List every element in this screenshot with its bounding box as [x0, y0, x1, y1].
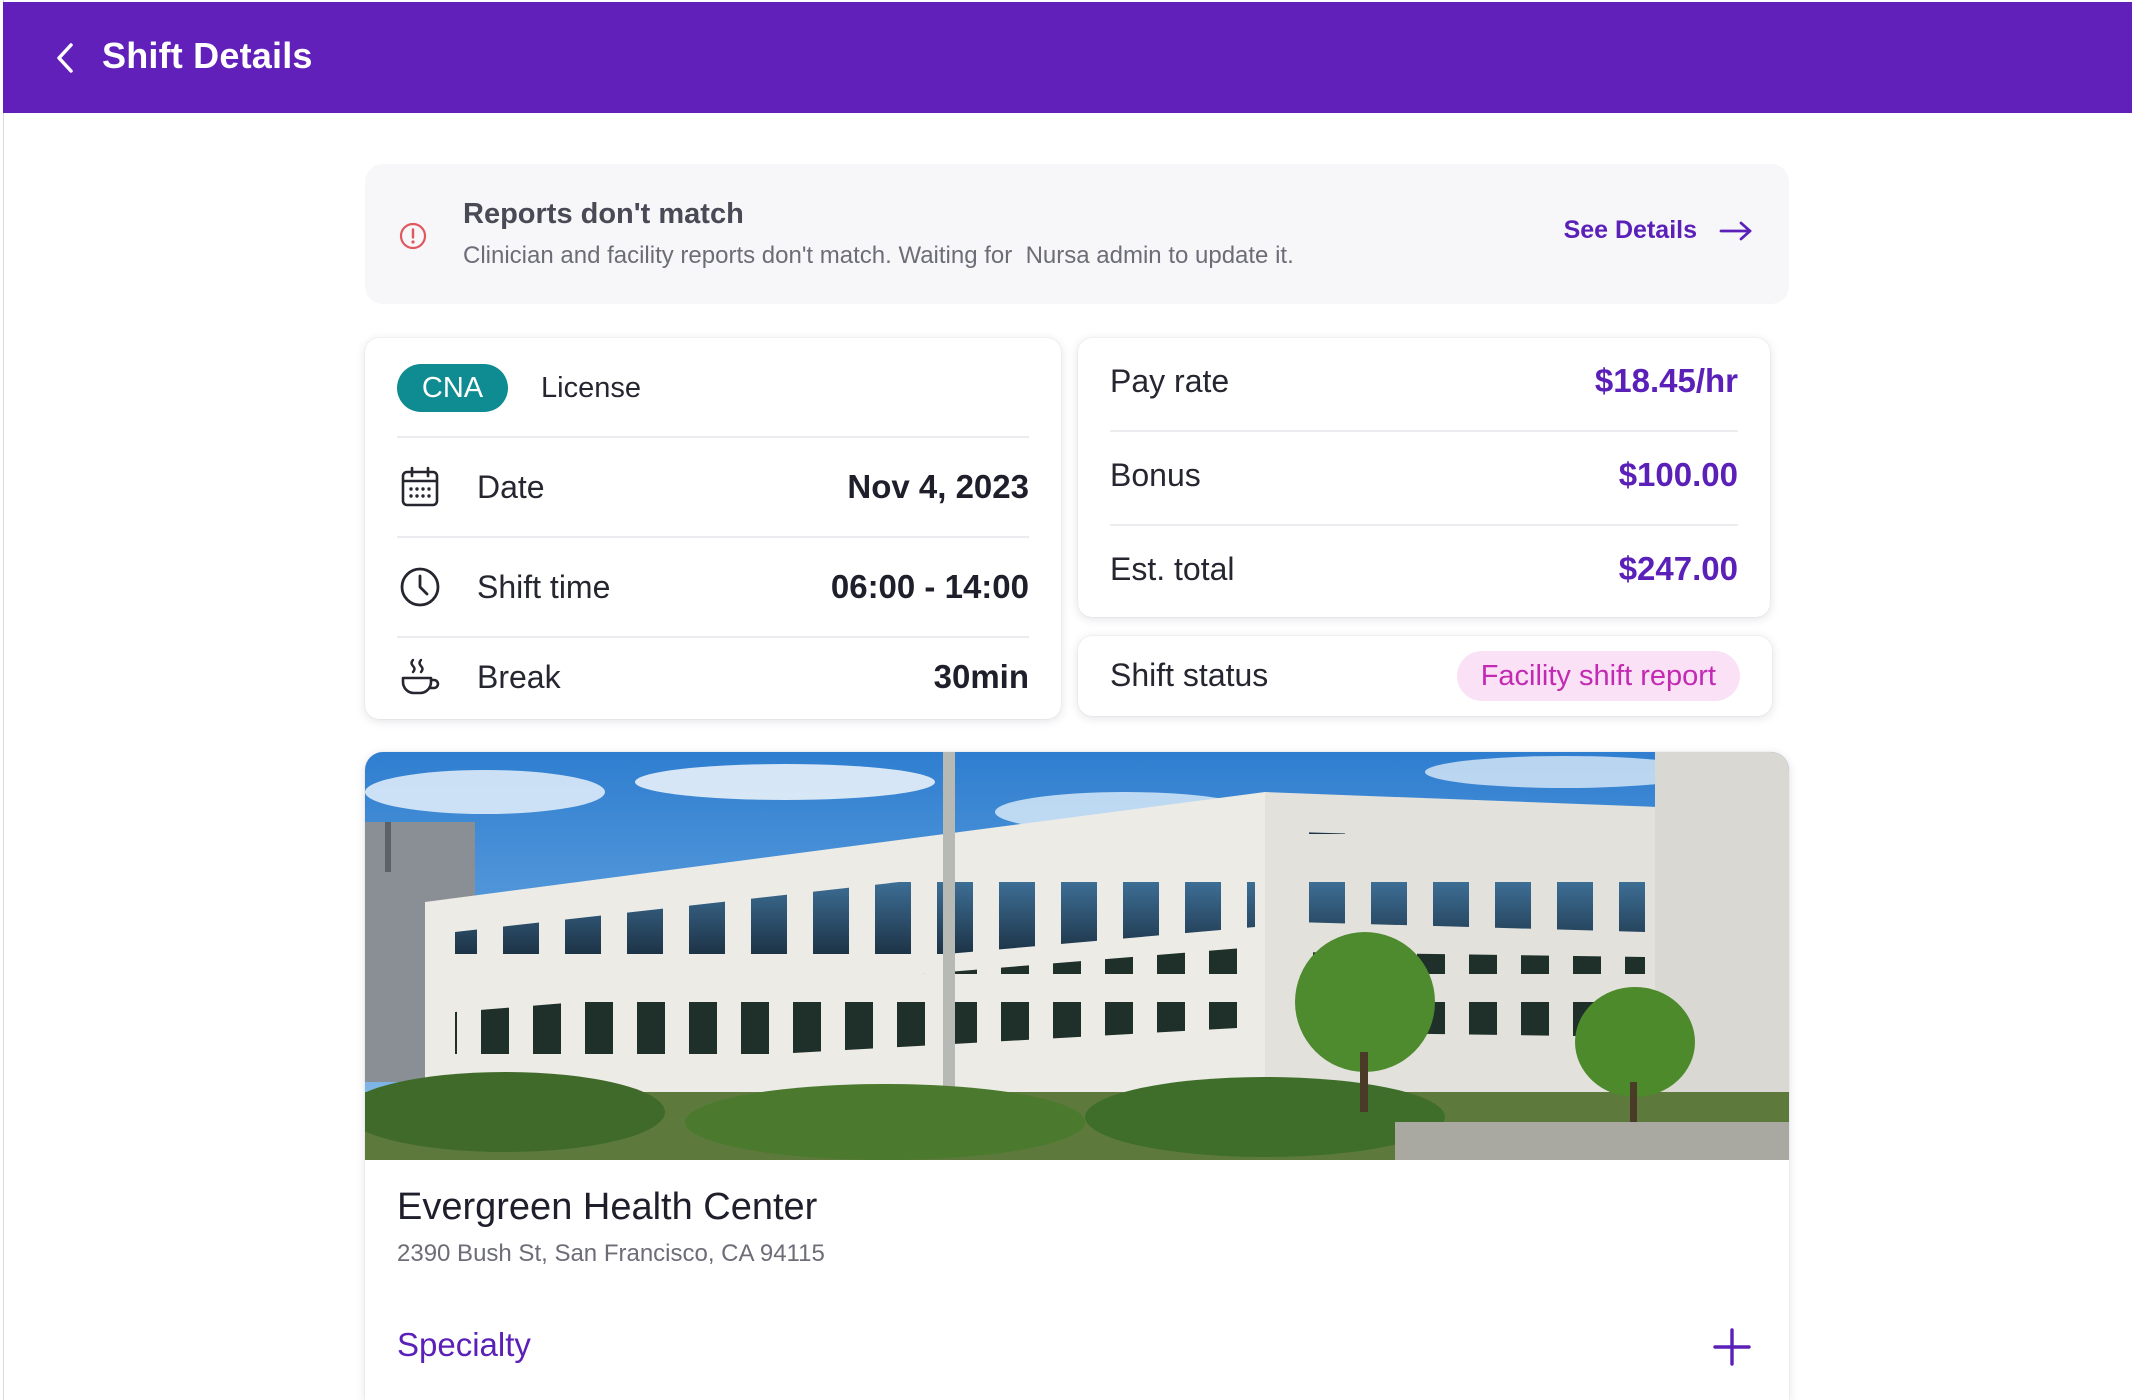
break-value: 30min	[933, 658, 1029, 695]
break-row: Break 30min	[397, 654, 1029, 700]
shift-status-label: Shift status	[1110, 657, 1269, 693]
coffee-cup-icon	[397, 654, 443, 700]
arrow-right-icon	[1719, 221, 1752, 240]
plus-icon[interactable]	[1709, 1324, 1755, 1370]
back-button[interactable]	[43, 32, 87, 84]
license-label: License	[541, 371, 641, 404]
see-details-label: See Details	[1563, 216, 1697, 244]
reports-mismatch-alert: Reports don't match Clinician and facili…	[365, 164, 1789, 304]
facility-name: Evergreen Health Center	[397, 1186, 818, 1228]
alert-message: Clinician and facility reports don't mat…	[463, 242, 1294, 269]
est-total-label: Est. total	[1110, 550, 1235, 587]
alert-title: Reports don't match	[463, 198, 744, 230]
bonus-row: Bonus $100.00	[1110, 456, 1738, 494]
date-value: Nov 4, 2023	[847, 468, 1029, 505]
shift-time-value: 06:00 - 14:00	[830, 568, 1029, 605]
bonus-value: $100.00	[1618, 456, 1738, 493]
chevron-left-icon	[57, 43, 73, 73]
facility-building-photo	[365, 752, 1789, 1160]
license-badge: CNA	[397, 364, 508, 412]
divider	[397, 536, 1029, 538]
top-app-bar: Shift Details	[3, 2, 2132, 113]
est-total-row: Est. total $247.00	[1110, 550, 1738, 588]
date-row: Date Nov 4, 2023	[397, 464, 1029, 510]
facility-card: Evergreen Health Center 2390 Bush St, Sa…	[365, 752, 1789, 1400]
shift-time-row: Shift time 06:00 - 14:00	[397, 564, 1029, 610]
shift-status-card: Shift status Facility shift report	[1078, 636, 1772, 716]
divider	[1110, 524, 1738, 526]
bonus-label: Bonus	[1110, 456, 1201, 493]
license-row: CNA License	[397, 364, 641, 412]
specialty-toggle[interactable]: Specialty	[397, 1326, 531, 1364]
status-badge: Facility shift report	[1456, 651, 1740, 701]
calendar-icon	[397, 464, 443, 510]
pay-card: Pay rate $18.45/hr Bonus $100.00 Est. to…	[1078, 338, 1770, 617]
est-total-value: $247.00	[1618, 550, 1738, 587]
pay-rate-row: Pay rate $18.45/hr	[1110, 362, 1738, 400]
divider	[1110, 430, 1738, 432]
alert-circle-icon	[399, 222, 427, 250]
facility-address: 2390 Bush St, San Francisco, CA 94115	[397, 1240, 825, 1267]
pay-rate-label: Pay rate	[1110, 362, 1230, 399]
divider	[397, 636, 1029, 638]
shift-time-label: Shift time	[477, 568, 611, 605]
date-label: Date	[477, 468, 545, 505]
pay-rate-value: $18.45/hr	[1594, 362, 1738, 399]
see-details-link[interactable]: See Details	[1564, 216, 1753, 245]
shift-info-card: CNA License Date Nov 4, 2023 Shift time …	[365, 338, 1061, 719]
clock-icon	[397, 564, 443, 610]
break-label: Break	[477, 658, 561, 695]
divider	[397, 436, 1029, 438]
page-title: Shift Details	[102, 35, 313, 76]
